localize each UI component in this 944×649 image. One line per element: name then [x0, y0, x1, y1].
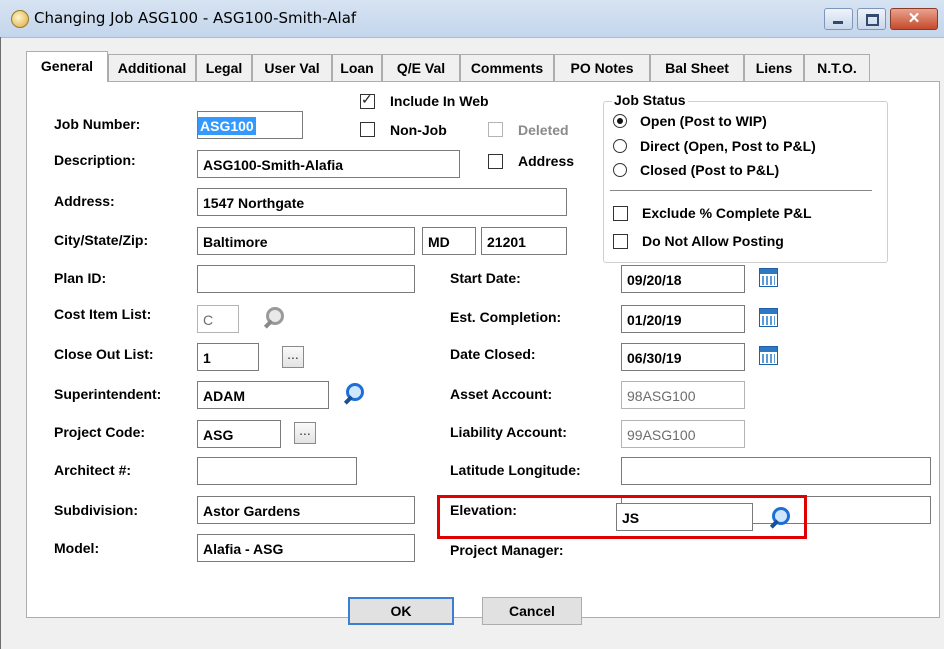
subdivision-input[interactable]: Astor Gardens [197, 496, 415, 524]
status-closed-label: Closed (Post to P&L) [640, 162, 780, 178]
tab-additional[interactable]: Additional [108, 54, 196, 81]
tab-bal-sheet[interactable]: Bal Sheet [650, 54, 744, 81]
window-title: Changing Job ASG100 - ASG100-Smith-Alaf [34, 9, 357, 27]
liability-account-input[interactable]: 99ASG100 [621, 420, 745, 448]
description-label: Description: [54, 152, 136, 168]
maximize-button[interactable] [857, 8, 886, 30]
project-manager-label: Project Manager: [450, 542, 564, 558]
job-number-input[interactable]: ASG100 [197, 111, 303, 139]
cancel-button[interactable]: Cancel [482, 597, 582, 625]
project-code-label: Project Code: [54, 424, 146, 440]
zip-input[interactable]: 21201 [481, 227, 567, 255]
est-completion-input[interactable]: 01/20/19 [621, 305, 745, 333]
start-date-input[interactable]: 09/20/18 [621, 265, 745, 293]
city-state-zip-label: City/State/Zip: [54, 232, 149, 248]
liability-account-label: Liability Account: [450, 424, 567, 440]
deleted-checkbox[interactable] [488, 122, 503, 137]
tab-po-notes[interactable]: PO Notes [554, 54, 650, 81]
exclude-pct-complete-label: Exclude % Complete P&L [642, 205, 812, 221]
close-out-list-browse-button[interactable]: ... [282, 346, 304, 368]
start-date-label: Start Date: [450, 270, 521, 286]
date-closed-calendar-icon[interactable] [759, 346, 778, 365]
status-direct-radio[interactable] [613, 139, 627, 153]
est-completion-label: Est. Completion: [450, 309, 562, 325]
status-closed-radio[interactable] [613, 163, 627, 177]
lat-long-label: Latitude Longitude: [450, 462, 581, 478]
ok-button[interactable]: OK [348, 597, 454, 625]
close-out-list-label: Close Out List: [54, 346, 154, 362]
state-input[interactable]: MD [422, 227, 476, 255]
tab-nto[interactable]: N.T.O. [804, 54, 870, 81]
asset-account-label: Asset Account: [450, 386, 553, 402]
cost-item-list-label: Cost Item List: [54, 306, 152, 322]
tab-loan[interactable]: Loan [332, 54, 382, 81]
no-posting-checkbox[interactable] [613, 234, 628, 249]
deleted-label: Deleted [518, 122, 569, 138]
model-label: Model: [54, 540, 100, 556]
tab-liens[interactable]: Liens [744, 54, 804, 81]
job-number-value: ASG100 [198, 117, 256, 135]
tab-qe-val[interactable]: Q/E Val [382, 54, 460, 81]
plan-id-input[interactable] [197, 265, 415, 293]
tab-legal[interactable]: Legal [196, 54, 252, 81]
status-open-label: Open (Post to WIP) [640, 113, 767, 129]
include-in-web-checkbox[interactable]: ✓ [360, 91, 375, 109]
address-checkbox[interactable] [488, 154, 503, 169]
address-label: Address: [54, 193, 115, 209]
close-icon: ✕ [907, 10, 921, 27]
start-date-calendar-icon[interactable] [759, 268, 778, 287]
est-completion-calendar-icon[interactable] [759, 308, 778, 327]
address-input[interactable]: 1547 Northgate [197, 188, 567, 216]
architect-input[interactable] [197, 457, 357, 485]
include-in-web-label: Include In Web [390, 93, 489, 109]
maximize-icon [866, 14, 879, 26]
date-closed-label: Date Closed: [450, 346, 536, 362]
no-posting-label: Do Not Allow Posting [642, 233, 784, 249]
window-border [0, 37, 1, 649]
job-number-label: Job Number: [54, 116, 141, 132]
non-job-checkbox[interactable] [360, 122, 375, 137]
status-direct-label: Direct (Open, Post to P&L) [640, 138, 816, 154]
exclude-pct-complete-checkbox[interactable] [613, 206, 628, 221]
project-code-browse-button[interactable]: ... [294, 422, 316, 444]
tab-general[interactable]: General [26, 51, 108, 82]
app-icon [11, 10, 29, 28]
checkmark-icon: ✓ [361, 91, 373, 107]
tab-user-val[interactable]: User Val [252, 54, 332, 81]
architect-label: Architect #: [54, 462, 132, 478]
description-input[interactable]: ASG100-Smith-Alafia [197, 150, 460, 178]
cost-item-list-input[interactable]: C [197, 305, 239, 333]
status-open-radio[interactable] [613, 114, 627, 128]
minimize-icon [833, 21, 843, 24]
city-input[interactable]: Baltimore [197, 227, 415, 255]
plan-id-label: Plan ID: [54, 270, 107, 286]
address-checkbox-label: Address [518, 153, 575, 169]
job-status-title: Job Status [612, 92, 688, 108]
lat-long-input[interactable] [621, 457, 931, 485]
project-code-input[interactable]: ASG [197, 420, 281, 448]
superintendent-input[interactable]: ADAM [197, 381, 329, 409]
subdivision-label: Subdivision: [54, 502, 138, 518]
date-closed-input[interactable]: 06/30/19 [621, 343, 745, 371]
model-input[interactable]: Alafia - ASG [197, 534, 415, 562]
non-job-label: Non-Job [390, 122, 447, 138]
superintendent-label: Superintendent: [54, 386, 162, 402]
tab-comments[interactable]: Comments [460, 54, 554, 81]
asset-account-input[interactable]: 98ASG100 [621, 381, 745, 409]
close-out-list-input[interactable]: 1 [197, 343, 259, 371]
superintendent-lookup-icon[interactable] [342, 381, 368, 407]
dialog-window: Changing Job ASG100 - ASG100-Smith-Alaf … [0, 0, 944, 649]
title-bar[interactable]: Changing Job ASG100 - ASG100-Smith-Alaf … [0, 0, 944, 38]
cost-item-lookup-icon[interactable] [262, 305, 288, 331]
close-button[interactable]: ✕ [890, 8, 938, 30]
project-manager-highlight [437, 495, 807, 539]
job-status-separator [610, 190, 872, 191]
minimize-button[interactable] [824, 8, 853, 30]
